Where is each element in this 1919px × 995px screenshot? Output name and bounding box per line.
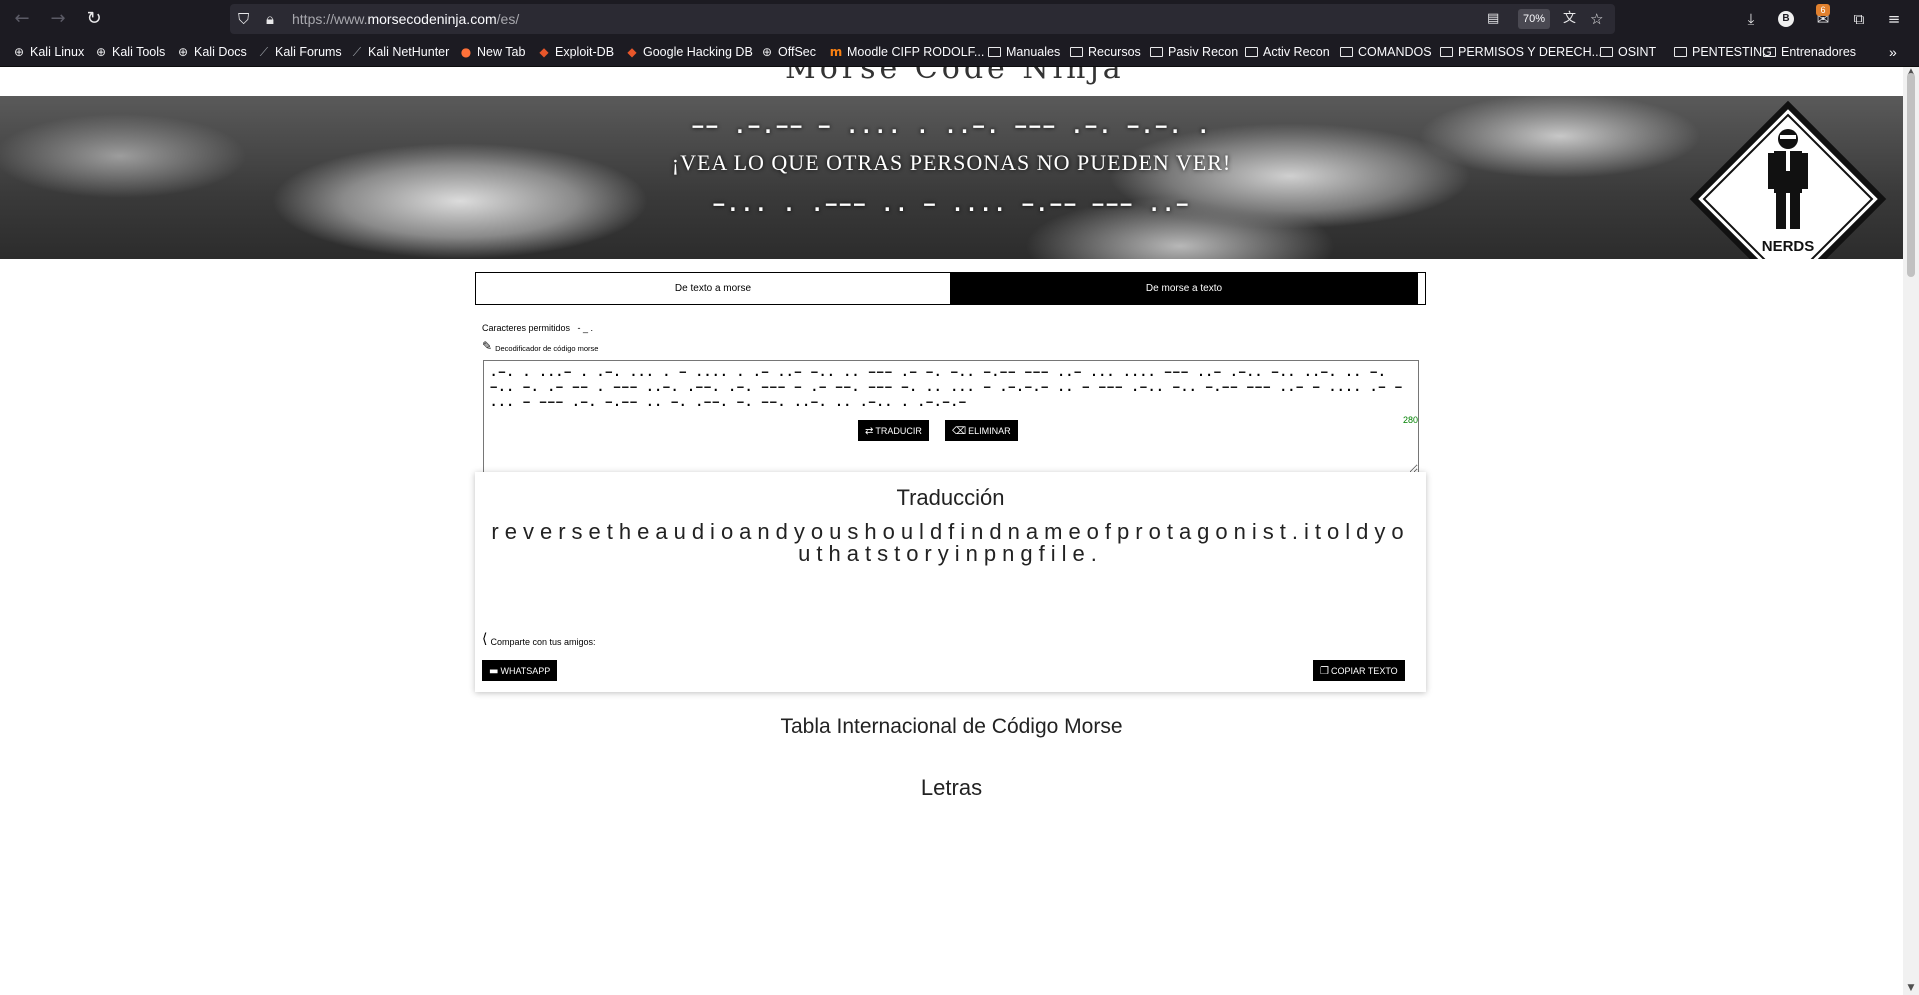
site-title-cut-off: Morse Code Ninja <box>0 67 1903 96</box>
pencil-icon: ✎ <box>482 339 493 353</box>
bookmark-folder-pentesting[interactable]: PENTESTING <box>1674 44 1772 60</box>
bookmark-folder-entrenadores[interactable]: Entrenadores <box>1763 44 1856 60</box>
folder-icon <box>1150 47 1163 57</box>
zoom-badge[interactable]: 70% <box>1518 9 1550 29</box>
bookmark-kali-forums[interactable]: ⟋ Kali Forums <box>257 44 342 60</box>
translation-output: reversetheaudioandyoushouldfindnameofpro… <box>491 519 1410 566</box>
bookmark-folder-permisos[interactable]: PERMISOS Y DERECH... <box>1440 44 1602 60</box>
bookmark-folder-comandos[interactable]: COMANDOS <box>1340 44 1432 60</box>
svg-text:NERDS: NERDS <box>1762 238 1815 255</box>
bookmark-folder-manuales[interactable]: Manuales <box>988 44 1060 60</box>
decoder-heading-text: Decodificador de código morse <box>495 344 599 353</box>
bookmark-kali-docs[interactable]: ⊕ Kali Docs <box>176 44 247 60</box>
morse-input[interactable]: .−. . ...− . .−. ... . − .... . .− ..− −… <box>483 360 1419 474</box>
allowed-characters: Caracteres permitidos - _ . <box>482 323 593 333</box>
forward-icon[interactable]: → <box>46 8 70 30</box>
decoder-heading: ✎ Decodificador de código morse <box>482 339 598 353</box>
share-label: ⟨ Comparte con tus amigos: <box>482 631 596 647</box>
kali-dragon-icon: ⟋ <box>259 45 269 59</box>
page-content: Morse Code Ninja −− .−.−− − .... . ..−. … <box>0 67 1903 995</box>
copy-icon: ❐ <box>1320 666 1329 677</box>
globe-icon: ⊕ <box>177 45 189 59</box>
reader-view-icon[interactable]: ▤ <box>1487 9 1499 29</box>
page-scrollbar[interactable]: ▲ ▼ <box>1903 67 1919 995</box>
bookmark-offsec[interactable]: ⊕ OffSec <box>760 44 816 60</box>
folder-icon <box>1440 47 1453 57</box>
folder-icon <box>1070 47 1083 57</box>
letters-title: Letras <box>920 775 983 800</box>
hero-banner: −− .−.−− − .... . ..−. −−− .−. −.−. . ¡V… <box>0 96 1903 259</box>
hero-morse-top: −− .−.−− − .... . ..−. −−− .−. −.−. . <box>691 114 1212 138</box>
globe-icon: ⊕ <box>95 45 107 59</box>
translate-icon: ⇄ <box>865 426 874 437</box>
reload-icon[interactable]: ↻ <box>82 8 106 30</box>
bookmark-moodle[interactable]: m Moodle CIFP RODOLF... <box>829 44 985 60</box>
url-text[interactable]: https://www.morsecodeninja.com/es/ <box>292 11 519 27</box>
scroll-thumb[interactable] <box>1907 73 1915 277</box>
folder-icon <box>1245 47 1258 57</box>
nerds-logo[interactable]: NERDS <box>1688 99 1888 259</box>
browser-toolbar: ← → ↻ ⛉ 🔒︎ https://www.morsecodeninja.co… <box>0 0 1919 38</box>
lock-icon[interactable]: 🔒︎ <box>266 9 274 29</box>
tab-text-to-morse[interactable]: De texto a morse <box>476 273 950 304</box>
mode-tabs: De texto a morse De morse a texto <box>475 272 1426 305</box>
exploit-db-icon: ◆ <box>627 45 637 59</box>
folder-icon <box>1600 47 1613 57</box>
hero-slogan: ¡VEA LO QUE OTRAS PERSONAS NO PUEDEN VER… <box>671 150 1232 175</box>
account-avatar[interactable]: B <box>1778 11 1794 27</box>
char-counter: 280 <box>1403 415 1419 425</box>
bookmark-kali-nethunter[interactable]: ⟋ Kali NetHunter <box>350 44 450 60</box>
folder-icon <box>988 47 1001 57</box>
bookmark-star-icon[interactable]: ☆ <box>1590 9 1603 29</box>
chat-icon: ▬ <box>489 666 499 677</box>
clear-format-icon: ⌫ <box>952 426 967 437</box>
moodle-icon: m <box>829 45 843 59</box>
globe-icon: ⊕ <box>761 45 773 59</box>
allowed-characters-label: Caracteres permitidos <box>482 323 571 333</box>
tab-morse-to-text[interactable]: De morse a texto <box>950 273 1418 304</box>
translate-button[interactable]: ⇄ TRADUCIR <box>858 420 929 441</box>
exploit-db-icon: ◆ <box>539 45 549 59</box>
bookmark-exploit-db[interactable]: ◆ Exploit-DB <box>537 44 614 60</box>
morse-table-title: Tabla Internacional de Código Morse <box>780 715 1123 738</box>
globe-icon: ⊕ <box>13 45 25 59</box>
folder-icon <box>1674 47 1687 57</box>
whatsapp-button[interactable]: ▬ WHATSAPP <box>482 660 558 681</box>
more-bookmarks-icon[interactable]: » <box>1889 44 1897 60</box>
translation-title: Traducción <box>896 485 1005 510</box>
copy-text-button[interactable]: ❐ COPIAR TEXTO <box>1313 660 1405 681</box>
bookmark-google-hacking-db[interactable]: ◆ Google Hacking DB <box>625 44 752 60</box>
share-icon: ⟨ <box>482 631 488 647</box>
bookmarks-toolbar: ⊕ Kali Linux ⊕ Kali Tools ⊕ Kali Docs ⟋ Kali… <box>0 38 1919 67</box>
kali-dragon-icon: ⟋ <box>352 45 362 59</box>
clear-button[interactable]: ⌫ ELIMINAR <box>945 420 1018 441</box>
bookmark-folder-pasiv-recon[interactable]: Pasiv Recon <box>1150 44 1238 60</box>
shield-icon[interactable]: ⛉ <box>238 9 249 29</box>
translation-card: Traducción reversetheaudioandyoushouldfi… <box>475 472 1426 692</box>
extensions-puzzle-icon[interactable]: ⧉ <box>1848 9 1870 29</box>
extension-badge: 6 <box>1816 4 1830 16</box>
allowed-characters-value: - _ . <box>577 323 594 333</box>
bookmark-kali-tools[interactable]: ⊕ Kali Tools <box>94 44 165 60</box>
translate-icon[interactable]: 文 <box>1563 9 1576 29</box>
bookmark-kali-linux[interactable]: ⊕ Kali Linux <box>12 44 84 60</box>
firefox-icon: ● <box>460 45 472 59</box>
bookmark-folder-activ-recon[interactable]: Activ Recon <box>1245 44 1330 60</box>
downloads-icon[interactable]: ⤓ <box>1740 9 1762 29</box>
bookmark-new-tab[interactable]: ● New Tab <box>459 44 526 60</box>
hero-morse-bottom: −... . .−−− .. − .... −.−− −−− ..− <box>712 192 1191 216</box>
bookmark-folder-osint[interactable]: OSINT <box>1600 44 1656 60</box>
back-icon[interactable]: ← <box>10 8 34 30</box>
scroll-down-icon[interactable]: ▼ <box>1906 983 1916 993</box>
folder-icon <box>1340 47 1353 57</box>
bookmark-folder-recursos[interactable]: Recursos <box>1070 44 1141 60</box>
folder-icon <box>1763 47 1776 57</box>
menu-icon[interactable]: ≡ <box>1883 9 1905 29</box>
address-bar[interactable]: ⛉ 🔒︎ https://www.morsecodeninja.com/es/ … <box>230 4 1615 34</box>
